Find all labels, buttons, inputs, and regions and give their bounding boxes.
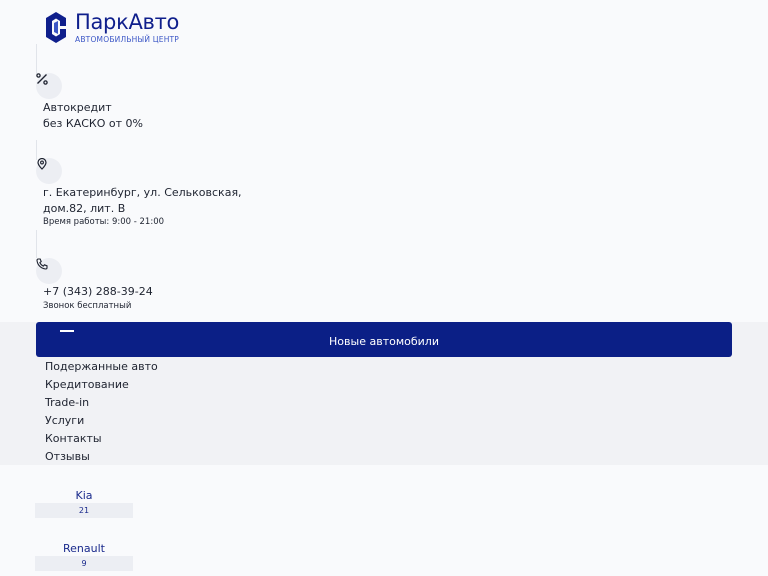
credit-line-1: Автокредит [43,101,112,114]
brand-card-renault[interactable]: Renault 9 [35,542,133,572]
phone-note: Звонок бесплатный [43,301,132,311]
nav-item-reviews[interactable]: Отзывы [45,450,90,464]
brand-count-badge: 21 [35,503,133,518]
credit-info[interactable]: Автокредит без КАСКО от 0% [36,44,336,134]
phone-info[interactable]: +7 (343) 288-39-24 Звонок бесплатный [36,230,336,315]
credit-icon-circle [36,73,62,99]
nav-item-contacts[interactable]: Контакты [45,432,102,446]
divider [36,140,37,160]
nav-item-new-cars[interactable]: Новые автомобили [36,322,732,357]
credit-line-2: без КАСКО от 0% [43,117,143,130]
nav-item-trade-in[interactable]: Trade-in [45,396,89,410]
phone-icon-circle [36,258,62,284]
menu-icon[interactable] [60,330,74,332]
brand-name: Kia [75,489,93,502]
logo-title: ПаркАвто [75,10,180,34]
location-pin-icon [37,158,47,170]
nav-item-services[interactable]: Услуги [45,414,84,428]
brand-count-badge: 9 [35,556,133,571]
divider [36,44,37,74]
phone-number[interactable]: +7 (343) 288-39-24 [43,284,153,299]
address-line-2: дом.82, лит. В [43,202,126,215]
working-hours: Время работы: 9:00 - 21:00 [43,217,165,227]
logo-mark-icon [46,12,66,43]
percent-icon [36,73,48,85]
nav-item-credit[interactable]: Кредитование [45,378,129,392]
brand-card-kia[interactable]: Kia 21 [35,489,133,519]
divider [36,230,37,258]
address-icon-circle [36,158,62,184]
brand-name: Renault [63,542,105,555]
address-line-1: г. Екатеринбург, ул. Сельковская, [43,186,242,199]
nav-item-used-cars[interactable]: Подержанные авто [45,360,158,374]
nav-item-label: Новые автомобили [329,335,439,348]
logo[interactable]: ПаркАвто АВТОМОБИЛЬНЫЙ ЦЕНТР [43,10,179,45]
phone-icon [36,258,48,270]
site-header: ПаркАвто АВТОМОБИЛЬНЫЙ ЦЕНТР Автокредит … [0,0,768,322]
address-info[interactable]: г. Екатеринбург, ул. Сельковская, дом.82… [36,140,336,235]
